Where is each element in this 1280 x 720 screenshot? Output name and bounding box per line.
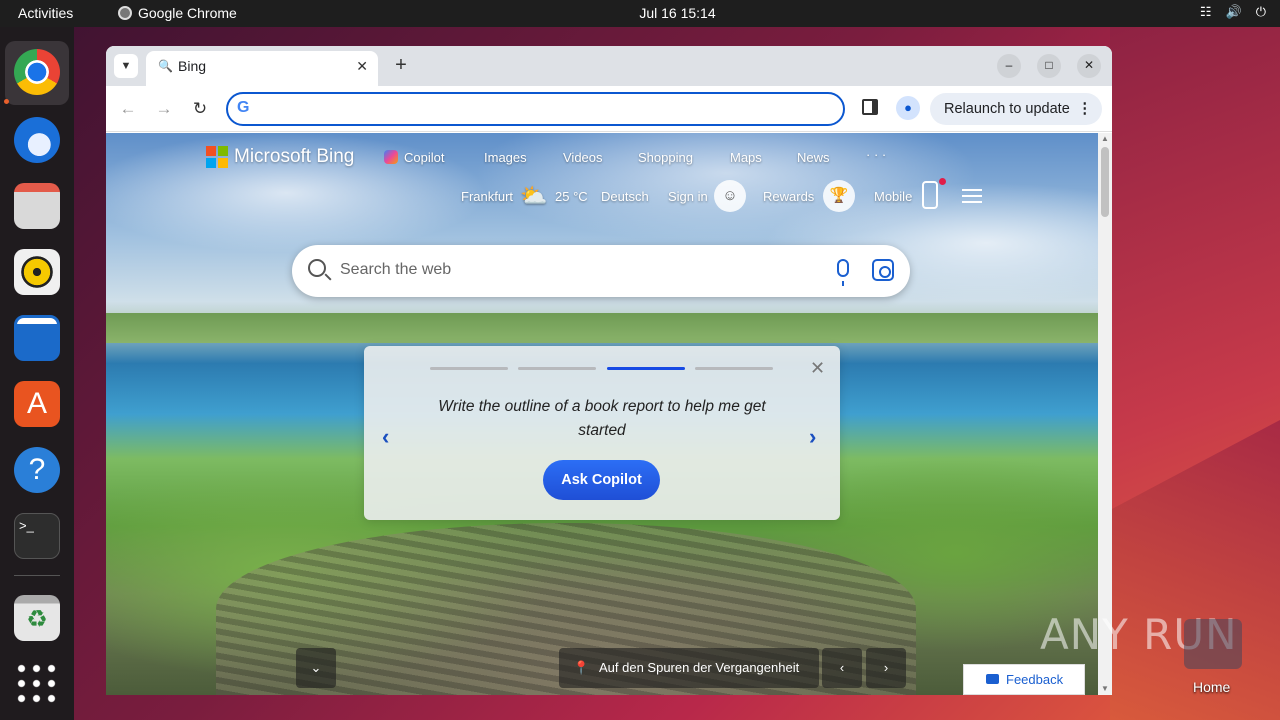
maximize-button[interactable]: □ bbox=[1037, 54, 1061, 78]
mobile-phone-icon[interactable] bbox=[922, 181, 938, 209]
nav-videos[interactable]: Videos bbox=[563, 150, 603, 165]
carousel-step-indicator bbox=[695, 367, 773, 370]
network-icon: ☷ bbox=[1199, 4, 1212, 19]
chevron-left-icon[interactable]: ‹ bbox=[382, 424, 389, 450]
weather-cloud-icon[interactable]: ⛅ bbox=[520, 183, 547, 209]
bing-homepage: Microsoft Bing Copilot Images Videos Sho… bbox=[106, 133, 1098, 695]
tab-bing[interactable]: 🔍 Bing ✕ bbox=[146, 51, 378, 86]
copilot-prompt-text: Write the outline of a book report to he… bbox=[438, 398, 766, 439]
carousel-step-indicator bbox=[430, 367, 508, 370]
chrome-window: ▼ 🔍 Bing ✕ + – □ ✕ ← → ↻ G ● Relaunch to… bbox=[106, 46, 1112, 695]
feedback-label: Feedback bbox=[1006, 672, 1064, 687]
mobile-link[interactable]: Mobile bbox=[874, 189, 912, 204]
scroll-down-arrow-icon[interactable]: ▼ bbox=[1098, 683, 1112, 695]
minimize-button[interactable]: – bbox=[997, 54, 1021, 78]
language-link[interactable]: Deutsch bbox=[601, 189, 649, 204]
notification-dot bbox=[939, 178, 946, 185]
relaunch-button[interactable]: Relaunch to update ⋮ bbox=[930, 93, 1102, 125]
close-icon[interactable]: ✕ bbox=[810, 358, 825, 379]
back-button[interactable]: ← bbox=[117, 98, 139, 120]
power-icon: ⏻ bbox=[1255, 4, 1266, 19]
background-coast bbox=[106, 313, 1098, 343]
thunderbird-icon[interactable] bbox=[14, 117, 60, 163]
microsoft-logo-icon bbox=[206, 146, 228, 168]
rhythmbox-icon[interactable] bbox=[14, 249, 60, 295]
sign-in-link[interactable]: Sign in bbox=[668, 189, 708, 204]
reload-button[interactable]: ↻ bbox=[189, 98, 211, 120]
help-icon[interactable]: ? bbox=[14, 447, 60, 493]
nav-maps[interactable]: Maps bbox=[730, 150, 762, 165]
chrome-icon[interactable] bbox=[14, 49, 60, 95]
tab-title: Bing bbox=[178, 58, 207, 74]
new-tab-button[interactable]: + bbox=[389, 54, 413, 78]
tab-search-button[interactable]: ▼ bbox=[114, 54, 138, 78]
profile-icon[interactable]: ● bbox=[896, 96, 920, 120]
side-panel-icon[interactable] bbox=[862, 99, 878, 115]
ask-copilot-button[interactable]: Ask Copilot bbox=[543, 460, 660, 500]
nav-copilot[interactable]: Copilot bbox=[384, 150, 444, 165]
system-tray[interactable]: ☷ 🔊 ⏻ bbox=[1200, 4, 1266, 20]
show-apps-icon[interactable] bbox=[14, 661, 60, 707]
dock-separator bbox=[14, 575, 60, 576]
bing-logo-text: Microsoft Bing bbox=[234, 146, 355, 167]
close-window-button[interactable]: ✕ bbox=[1077, 54, 1101, 78]
previous-image-button[interactable]: ‹ bbox=[822, 648, 862, 688]
search-icon bbox=[308, 259, 326, 277]
rewards-link[interactable]: Rewards bbox=[763, 189, 814, 204]
volume-icon: 🔊 bbox=[1225, 4, 1242, 19]
home-folder-icon[interactable] bbox=[1184, 619, 1242, 669]
running-indicator bbox=[4, 99, 9, 104]
dock: A ? >_ ♻ bbox=[0, 27, 74, 720]
chevron-right-icon[interactable]: › bbox=[809, 424, 816, 450]
google-icon: G bbox=[237, 99, 250, 116]
nav-more[interactable]: · · · bbox=[866, 147, 886, 162]
bing-search-favicon-icon: 🔍 bbox=[158, 59, 173, 73]
nav-copilot-label: Copilot bbox=[404, 150, 445, 165]
home-folder-label: Home bbox=[1193, 679, 1231, 695]
carousel-step-indicator bbox=[518, 367, 596, 370]
files-icon[interactable] bbox=[14, 183, 60, 229]
kebab-menu-icon[interactable]: ⋮ bbox=[1078, 93, 1093, 125]
location-pin-icon: 📍 bbox=[573, 660, 590, 675]
search-box[interactable]: Search the web bbox=[292, 245, 910, 297]
terminal-icon[interactable]: >_ bbox=[14, 513, 60, 559]
hamburger-menu-icon[interactable] bbox=[962, 189, 982, 207]
next-image-button[interactable]: › bbox=[866, 648, 906, 688]
scroll-down-button[interactable]: ⌄ bbox=[296, 648, 336, 688]
copilot-prompt-card: ✕ ‹ › Write the outline of a book report… bbox=[364, 346, 840, 520]
carousel-step-indicator-active bbox=[607, 367, 685, 370]
image-info-button[interactable]: 📍 Auf den Spuren der Vergangenheit bbox=[559, 648, 819, 688]
system-top-bar: Activities Google Chrome Jul 16 15:14 ☷ … bbox=[0, 0, 1280, 27]
rewards-trophy-icon[interactable]: 🏆 bbox=[823, 180, 855, 212]
software-icon[interactable]: A bbox=[14, 381, 60, 427]
search-input[interactable]: Search the web bbox=[340, 261, 451, 279]
microphone-icon[interactable] bbox=[837, 259, 849, 286]
feedback-button[interactable]: Feedback bbox=[963, 664, 1085, 695]
bing-logo[interactable]: Microsoft Bing bbox=[206, 146, 354, 168]
weather-city[interactable]: Frankfurt bbox=[461, 189, 513, 204]
trash-icon[interactable]: ♻ bbox=[14, 595, 60, 641]
scrollbar-thumb[interactable] bbox=[1101, 147, 1109, 217]
browser-toolbar: ← → ↻ G ● Relaunch to update ⋮ bbox=[106, 86, 1112, 132]
image-caption: Auf den Spuren der Vergangenheit bbox=[599, 660, 800, 675]
address-bar[interactable]: G bbox=[226, 92, 845, 126]
user-avatar-icon[interactable]: ☺ bbox=[714, 180, 746, 212]
nav-shopping[interactable]: Shopping bbox=[638, 150, 693, 165]
nav-images[interactable]: Images bbox=[484, 150, 527, 165]
weather-temperature[interactable]: 25 °C bbox=[555, 189, 588, 204]
copilot-icon bbox=[384, 150, 398, 164]
visual-search-icon[interactable] bbox=[872, 259, 894, 281]
clock[interactable]: Jul 16 15:14 bbox=[0, 5, 1280, 21]
nav-news[interactable]: News bbox=[797, 150, 830, 165]
forward-button[interactable]: → bbox=[153, 98, 175, 120]
tab-strip: ▼ 🔍 Bing ✕ + – □ ✕ bbox=[106, 46, 1112, 86]
close-tab-icon[interactable]: ✕ bbox=[356, 58, 368, 75]
relaunch-label: Relaunch to update bbox=[944, 101, 1070, 117]
writer-icon[interactable] bbox=[14, 315, 60, 361]
scroll-up-arrow-icon[interactable]: ▲ bbox=[1098, 133, 1112, 145]
